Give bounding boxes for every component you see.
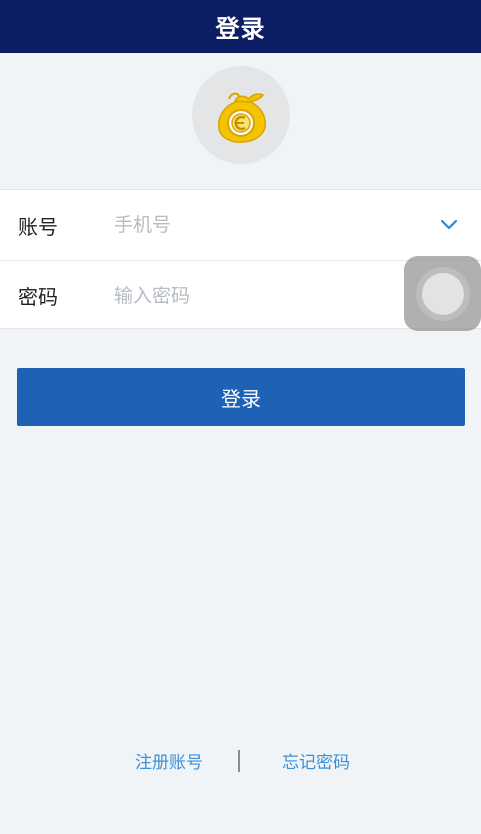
register-link[interactable]: 注册账号 bbox=[135, 748, 203, 773]
app-logo bbox=[192, 66, 290, 164]
divider bbox=[238, 750, 240, 772]
login-button[interactable]: 登录 bbox=[17, 368, 465, 426]
page-title: 登录 bbox=[215, 15, 266, 43]
account-input[interactable] bbox=[114, 205, 394, 245]
account-row: 账号 bbox=[0, 190, 481, 260]
assistive-touch-button[interactable] bbox=[404, 256, 481, 331]
assistive-touch-icon bbox=[421, 272, 464, 315]
top-bar: 登录 bbox=[0, 0, 481, 53]
password-label: 密码 bbox=[18, 285, 58, 309]
money-bag-icon bbox=[217, 92, 266, 143]
chevron-down-icon[interactable] bbox=[438, 215, 460, 235]
footer-links: 注册账号 忘记密码 bbox=[0, 742, 481, 778]
password-input[interactable] bbox=[114, 275, 394, 316]
account-label: 账号 bbox=[18, 214, 58, 239]
forgot-password-link[interactable]: 忘记密码 bbox=[282, 748, 350, 773]
